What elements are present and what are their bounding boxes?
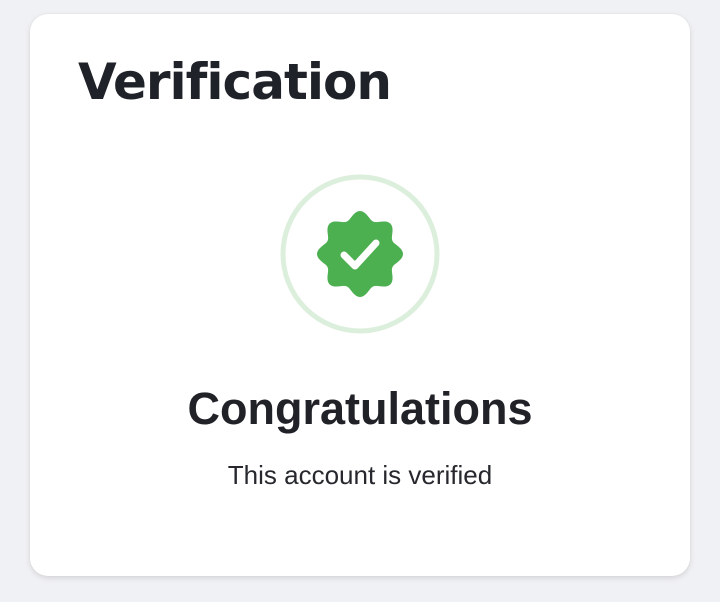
verified-message: This account is verified xyxy=(227,460,493,490)
verified-badge-icon xyxy=(280,174,440,334)
card-title: Verification xyxy=(78,53,392,111)
badge-seal-icon xyxy=(317,211,403,297)
congratulations-heading: Congratulations xyxy=(187,383,533,434)
verified-badge xyxy=(280,174,440,334)
page: Verification Congratulations This accoun… xyxy=(0,0,720,602)
verification-card: Verification Congratulations This accoun… xyxy=(30,14,690,576)
